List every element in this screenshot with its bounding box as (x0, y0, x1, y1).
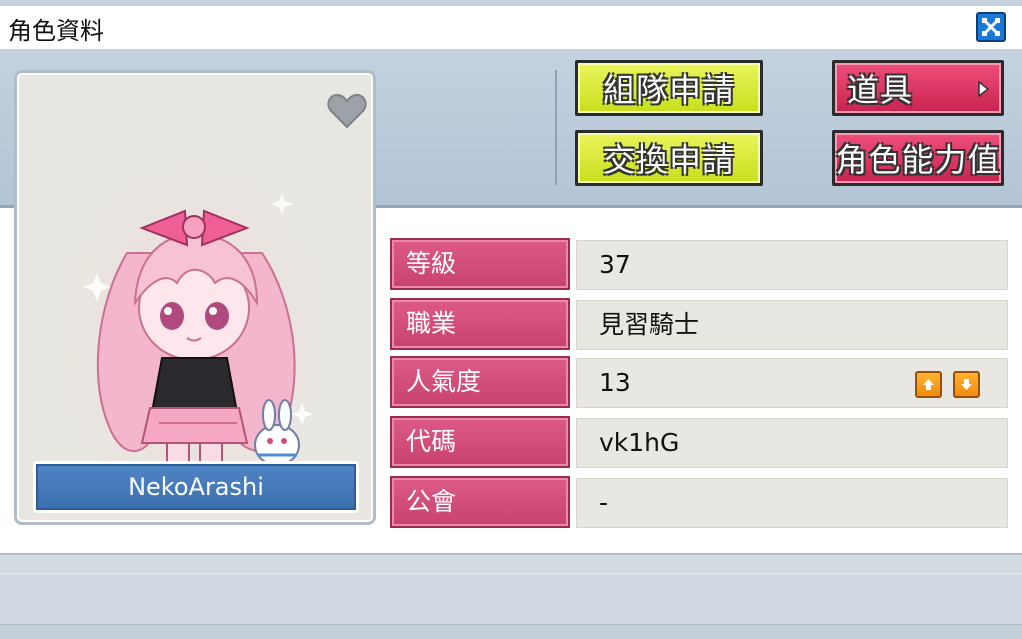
info-row-fame: 人氣度 13 (390, 356, 1008, 408)
title-bar: 角色資料 (0, 0, 1022, 55)
info-row-guild: 公會 - (390, 476, 1008, 528)
character-name: NekoArashi (36, 464, 356, 510)
footer-bar (0, 573, 1022, 625)
level-label: 等級 (390, 238, 570, 290)
info-row-level: 等級 37 (390, 238, 1008, 290)
fame-up-button[interactable] (915, 371, 942, 398)
window-title: 角色資料 (8, 17, 104, 45)
character-stats-button[interactable]: 角色能力值 (832, 130, 1004, 186)
party-request-button[interactable]: 組隊申請 (575, 60, 763, 116)
arrow-up-icon (923, 379, 934, 390)
arrow-down-icon (961, 379, 972, 390)
job-value: 見習騎士 (576, 300, 1008, 350)
fame-value-box: 13 (576, 358, 1008, 408)
fame-label: 人氣度 (390, 356, 570, 408)
close-icon (981, 17, 1001, 37)
trade-request-button[interactable]: 交換申請 (575, 130, 763, 186)
title-strip (0, 6, 1022, 49)
button-divider (555, 70, 557, 185)
fame-down-button[interactable] (953, 371, 980, 398)
code-label: 代碼 (390, 416, 570, 468)
info-row-code: 代碼 vk1hG (390, 416, 1008, 468)
info-row-job: 職業 見習騎士 (390, 298, 1008, 350)
fame-value: 13 (599, 368, 631, 397)
chevron-right-icon (978, 81, 989, 97)
character-avatar (67, 163, 317, 503)
portrait-card: NekoArashi (14, 70, 376, 525)
items-button[interactable]: 道具 (832, 60, 1004, 116)
guild-value: - (576, 478, 1008, 528)
guild-label: 公會 (390, 476, 570, 528)
code-value: vk1hG (576, 418, 1008, 468)
footer-panel (0, 553, 1022, 639)
items-button-label: 道具 (847, 71, 914, 109)
heart-icon[interactable] (327, 93, 367, 134)
close-button[interactable] (976, 12, 1006, 42)
job-label: 職業 (390, 298, 570, 350)
level-value: 37 (576, 240, 1008, 290)
character-name-plate: NekoArashi (33, 461, 359, 513)
